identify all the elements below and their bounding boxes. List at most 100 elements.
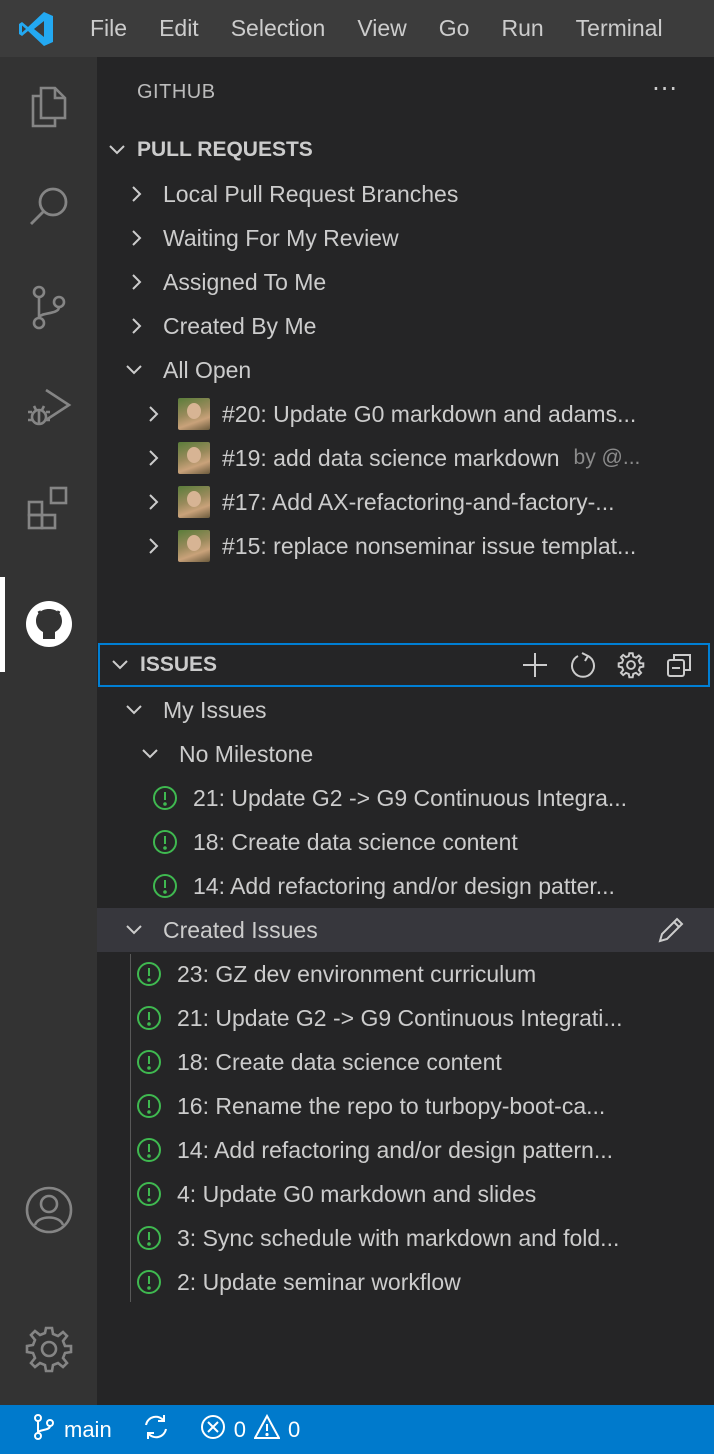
- pull-request-item[interactable]: #15: replace nonseminar issue templat...: [97, 524, 714, 568]
- issue-title: 3: Sync schedule with markdown and fold.…: [177, 1224, 620, 1251]
- github-sidebar: GITHUB ··· PULL REQUESTS Local Pull Requ…: [97, 57, 714, 1405]
- branch-indicator[interactable]: main: [32, 1413, 112, 1447]
- collapse-all-icon[interactable]: [664, 650, 694, 680]
- chevron-right-icon: [123, 225, 149, 251]
- issue-open-icon: [135, 1004, 163, 1032]
- section-title: PULL REQUESTS: [137, 138, 313, 161]
- category-label: All Open: [163, 356, 252, 383]
- menu-go[interactable]: Go: [423, 0, 486, 57]
- pr-category-local[interactable]: Local Pull Request Branches: [97, 172, 714, 216]
- issue-item[interactable]: 2: Update seminar workflow: [97, 1260, 714, 1304]
- milestone-label: No Milestone: [179, 740, 314, 767]
- chevron-down-icon: [100, 655, 140, 675]
- issues-header[interactable]: ISSUES: [98, 643, 710, 687]
- settings-gear-icon[interactable]: [0, 1309, 97, 1389]
- github-icon[interactable]: [0, 584, 97, 664]
- chevron-right-icon: [140, 445, 166, 471]
- activity-bar: [0, 57, 97, 1405]
- category-label: Assigned To Me: [163, 268, 327, 295]
- chevron-down-icon: [121, 357, 147, 383]
- issue-item[interactable]: 18: Create data science content: [97, 820, 714, 864]
- issue-item[interactable]: 21: Update G2 -> G9 Continuous Integrati…: [97, 996, 714, 1040]
- issue-title: 18: Create data science content: [193, 828, 518, 855]
- issue-item[interactable]: 4: Update G0 markdown and slides: [97, 1172, 714, 1216]
- chevron-right-icon: [140, 401, 166, 427]
- milestone-group[interactable]: No Milestone: [97, 732, 714, 776]
- source-control-icon: [32, 1413, 56, 1447]
- my-issues-group[interactable]: My Issues: [97, 688, 714, 732]
- warning-count: 0: [287, 1416, 301, 1442]
- issue-open-icon: [135, 960, 163, 988]
- issue-item[interactable]: 18: Create data science content: [97, 1040, 714, 1084]
- sync-icon: [142, 1413, 170, 1447]
- explorer-icon[interactable]: [0, 67, 97, 147]
- gear-icon[interactable]: [616, 650, 646, 680]
- pull-request-item[interactable]: #20: Update G0 markdown and adams...: [97, 392, 714, 436]
- issue-title: 21: Update G2 -> G9 Continuous Integrati…: [177, 1004, 623, 1031]
- chevron-down-icon: [97, 140, 137, 160]
- pull-request-item[interactable]: #17: Add AX-refactoring-and-factory-...: [97, 480, 714, 524]
- vscode-logo-icon: [12, 0, 60, 57]
- issue-open-icon: [135, 1048, 163, 1076]
- pull-request-title: #17: Add AX-refactoring-and-factory-...: [222, 488, 615, 515]
- issue-open-icon: [135, 1136, 163, 1164]
- error-icon: [200, 1414, 226, 1446]
- pr-category-created[interactable]: Created By Me: [97, 304, 714, 348]
- avatar: [178, 398, 210, 430]
- issue-open-icon: [135, 1092, 163, 1120]
- menu-file[interactable]: File: [74, 0, 143, 57]
- menu-terminal[interactable]: Terminal: [560, 0, 679, 57]
- created-issues-group[interactable]: Created Issues: [97, 908, 714, 952]
- issue-item[interactable]: 21: Update G2 -> G9 Continuous Integra..…: [97, 776, 714, 820]
- account-icon[interactable]: [0, 1170, 97, 1250]
- warning-icon: [253, 1413, 281, 1446]
- pull-requests-header[interactable]: PULL REQUESTS: [97, 128, 714, 172]
- issue-open-icon: [151, 828, 179, 856]
- issue-open-icon: [151, 872, 179, 900]
- menu-edit[interactable]: Edit: [143, 0, 215, 57]
- more-actions-icon[interactable]: ···: [652, 75, 678, 103]
- issue-open-icon: [135, 1268, 163, 1296]
- issue-item[interactable]: 14: Add refactoring and/or design patter…: [97, 864, 714, 908]
- issue-item[interactable]: 3: Sync schedule with markdown and fold.…: [97, 1216, 714, 1260]
- issue-item[interactable]: 14: Add refactoring and/or design patter…: [97, 1128, 714, 1172]
- run-debug-icon[interactable]: [0, 367, 97, 447]
- issue-title: 21: Update G2 -> G9 Continuous Integra..…: [193, 784, 628, 811]
- chevron-right-icon: [123, 269, 149, 295]
- problems-indicator[interactable]: 0 0: [200, 1413, 301, 1446]
- search-icon[interactable]: [0, 167, 97, 247]
- issue-title: 4: Update G0 markdown and slides: [177, 1180, 537, 1207]
- menu-selection[interactable]: Selection: [215, 0, 342, 57]
- refresh-icon[interactable]: [568, 650, 598, 680]
- status-bar: main 0 0: [0, 1405, 714, 1454]
- extensions-icon[interactable]: [0, 467, 97, 547]
- add-icon[interactable]: [520, 650, 550, 680]
- issues-actions: [520, 645, 694, 685]
- pull-request-title: #19: add data science markdown: [222, 444, 560, 471]
- pr-category-waiting[interactable]: Waiting For My Review: [97, 216, 714, 260]
- chevron-down-icon: [137, 741, 163, 767]
- issue-open-icon: [135, 1180, 163, 1208]
- issue-title: 16: Rename the repo to turbopy-boot-ca..…: [177, 1092, 606, 1119]
- pull-request-item[interactable]: #19: add data science markdown by @...: [97, 436, 714, 480]
- issue-item[interactable]: 16: Rename the repo to turbopy-boot-ca..…: [97, 1084, 714, 1128]
- pull-request-author: by @...: [573, 446, 641, 469]
- pr-category-assigned[interactable]: Assigned To Me: [97, 260, 714, 304]
- source-control-icon[interactable]: [0, 267, 97, 347]
- issue-open-icon: [135, 1224, 163, 1252]
- section-title: ISSUES: [140, 653, 218, 676]
- chevron-down-icon: [121, 917, 147, 943]
- menu-run[interactable]: Run: [485, 0, 559, 57]
- issue-title: 23: GZ dev environment curriculum: [177, 960, 537, 987]
- group-label: My Issues: [163, 696, 267, 723]
- pull-request-title: #15: replace nonseminar issue templat...: [222, 532, 637, 559]
- sync-button[interactable]: [142, 1413, 170, 1447]
- issue-item[interactable]: 23: GZ dev environment curriculum: [97, 952, 714, 996]
- pr-category-all-open[interactable]: All Open: [97, 348, 714, 392]
- menu-view[interactable]: View: [341, 0, 422, 57]
- edit-query-icon[interactable]: [656, 915, 686, 945]
- chevron-down-icon: [121, 697, 147, 723]
- chevron-right-icon: [140, 533, 166, 559]
- category-label: Waiting For My Review: [163, 224, 399, 251]
- issue-title: 14: Add refactoring and/or design patter…: [177, 1136, 614, 1163]
